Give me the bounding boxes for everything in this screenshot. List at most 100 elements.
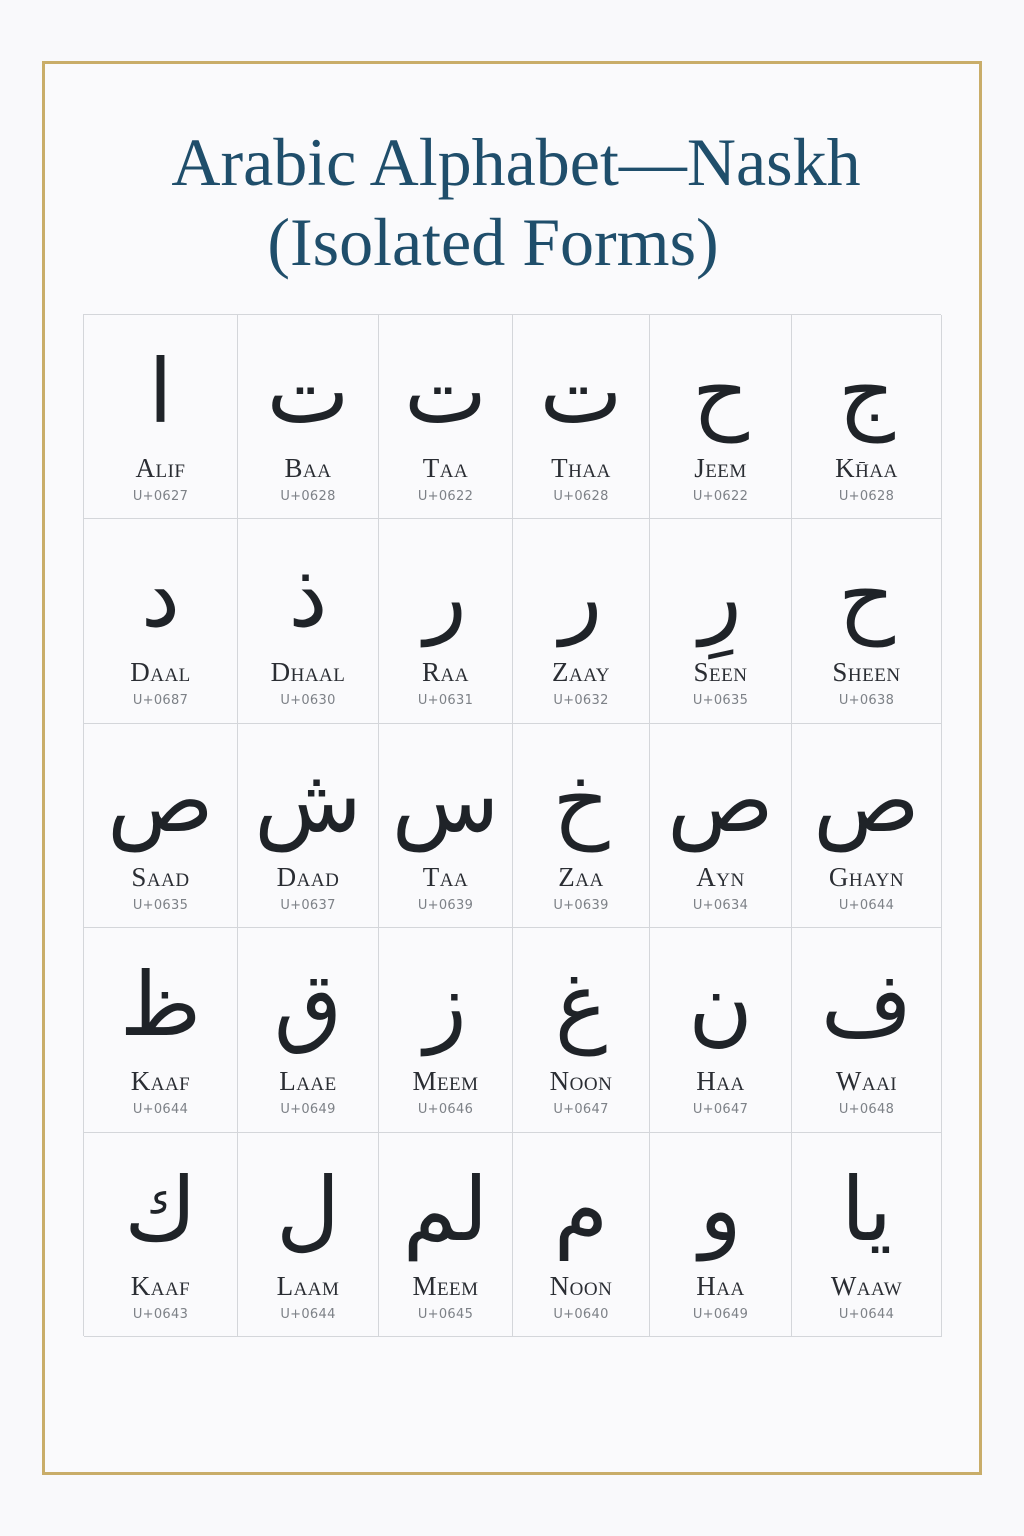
letter-cell: ش Daad U+0637 bbox=[238, 723, 379, 929]
arabic-letter-glyph: ق bbox=[273, 953, 343, 1057]
arabic-letter-glyph: ت bbox=[404, 340, 487, 443]
letter-cell: ر Zaay U+0632 bbox=[513, 519, 650, 724]
letter-name: Baa bbox=[284, 453, 332, 483]
letter-cell: لم Meem U+0645 bbox=[379, 1132, 513, 1337]
unicode-codepoint: U+0638 bbox=[838, 693, 895, 709]
letter-cell: ت Thaa U+0628 bbox=[513, 315, 650, 520]
letter-name: Kh̄aa bbox=[835, 453, 898, 483]
letter-cell: ص Ghayn U+0644 bbox=[792, 723, 942, 929]
arabic-letter-glyph: و bbox=[699, 1157, 742, 1261]
letter-cell: ف Waai U+0648 bbox=[792, 928, 942, 1133]
unicode-codepoint: U+0628 bbox=[553, 489, 609, 504]
letter-cell: ز Meem U+0646 bbox=[379, 928, 513, 1133]
unicode-codepoint: U+0639 bbox=[417, 897, 474, 913]
letter-cell: ك Kaaf U+0643 bbox=[84, 1132, 238, 1337]
letter-cell: و Haa U+0649 bbox=[650, 1132, 792, 1337]
letter-name: Laam bbox=[276, 1270, 340, 1301]
unicode-codepoint: U+0644 bbox=[838, 897, 895, 913]
letter-name: Daal bbox=[130, 657, 191, 688]
unicode-codepoint: U+0644 bbox=[838, 1306, 895, 1322]
unicode-codepoint: U+0640 bbox=[553, 1306, 609, 1322]
arabic-letter-glyph: س bbox=[391, 748, 500, 852]
letter-name: Kaaf bbox=[130, 1270, 191, 1301]
letter-cell: ح Sheen U+0638 bbox=[792, 519, 942, 724]
arabic-letter-glyph: ت bbox=[266, 340, 350, 443]
arabic-letter-glyph: ش bbox=[254, 748, 362, 852]
letter-cell: رِ Seen U+0635 bbox=[650, 519, 792, 724]
letter-name: Meem bbox=[412, 1066, 479, 1097]
unicode-codepoint: U+0637 bbox=[280, 897, 336, 913]
unicode-codepoint: U+0646 bbox=[417, 1102, 474, 1118]
letter-name: Waaw bbox=[830, 1270, 903, 1301]
alphabet-grid: ا Alif U+0627 ت Baa U+0628 ت Taa U+0622 ت Thaa U+06… bbox=[83, 314, 942, 1337]
letter-cell: ق Laae U+0649 bbox=[238, 928, 379, 1133]
unicode-codepoint: U+0644 bbox=[280, 1306, 336, 1322]
letter-name: Noon bbox=[549, 1270, 613, 1301]
arabic-letter-glyph: ل bbox=[276, 1157, 340, 1261]
letter-name: Dhaal bbox=[270, 657, 346, 688]
letter-cell: ص Saad U+0635 bbox=[84, 723, 238, 929]
title-line-2: (Isolated Forms) bbox=[267, 204, 719, 280]
letter-cell: د Daal U+0687 bbox=[84, 519, 238, 724]
letter-name: Jeem bbox=[694, 453, 747, 483]
letter-name: Ghayn bbox=[828, 861, 905, 892]
letter-cell: ص Ayn U+0634 bbox=[650, 723, 792, 929]
unicode-codepoint: U+0627 bbox=[132, 489, 189, 504]
unicode-codepoint: U+0648 bbox=[838, 1102, 895, 1118]
arabic-letter-glyph: خ bbox=[552, 748, 610, 852]
letter-name: Haa bbox=[696, 1270, 745, 1301]
arabic-letter-glyph: ج bbox=[838, 340, 895, 443]
letter-cell: ح Jeem U+0622 bbox=[650, 315, 792, 520]
unicode-codepoint: U+0630 bbox=[280, 693, 336, 709]
arabic-letter-glyph: رِ bbox=[699, 544, 742, 648]
letter-cell: ذ Dhaal U+0630 bbox=[238, 519, 379, 724]
unicode-codepoint: U+0632 bbox=[553, 693, 609, 709]
arabic-letter-glyph: ر bbox=[559, 544, 603, 648]
letter-name: Ayn bbox=[696, 861, 745, 892]
unicode-codepoint: U+0628 bbox=[280, 489, 336, 504]
arabic-letter-glyph: ظ bbox=[119, 953, 202, 1057]
letter-name: Seen bbox=[693, 657, 748, 688]
arabic-letter-glyph: ح bbox=[692, 340, 749, 443]
letter-name: Laae bbox=[279, 1066, 337, 1097]
letter-name: Zaay bbox=[552, 657, 610, 688]
arabic-letter-glyph: ص bbox=[667, 748, 774, 852]
title-line-1: Arabic Alphabet—Naskh bbox=[171, 124, 861, 200]
unicode-codepoint: U+0687 bbox=[132, 693, 189, 709]
unicode-codepoint: U+0643 bbox=[132, 1306, 189, 1322]
unicode-codepoint: U+0631 bbox=[417, 693, 474, 709]
page-title: Arabic Alphabet—Naskh (Isolated Forms) bbox=[40, 122, 984, 282]
arabic-letter-glyph: د bbox=[140, 544, 181, 648]
unicode-codepoint: U+0647 bbox=[692, 1102, 749, 1118]
letter-cell: ل Laam U+0644 bbox=[238, 1132, 379, 1337]
poster-page: Arabic Alphabet—Naskh (Isolated Forms) ا… bbox=[0, 0, 1024, 1536]
letter-cell: ر Raa U+0631 bbox=[379, 519, 513, 724]
unicode-codepoint: U+0635 bbox=[132, 897, 189, 913]
unicode-codepoint: U+0647 bbox=[553, 1102, 609, 1118]
arabic-letter-glyph: ص bbox=[813, 748, 920, 852]
letter-name: Sheen bbox=[832, 657, 901, 688]
letter-cell: س Taa U+0639 bbox=[379, 723, 513, 929]
unicode-codepoint: U+0628 bbox=[838, 489, 895, 504]
arabic-letter-glyph: غ bbox=[554, 953, 608, 1057]
letter-name: Haa bbox=[696, 1066, 745, 1097]
arabic-letter-glyph: ك bbox=[124, 1157, 197, 1261]
letter-name: Taa bbox=[422, 453, 469, 483]
arabic-letter-glyph: ز bbox=[424, 953, 467, 1057]
letter-name: Taa bbox=[422, 861, 469, 892]
arabic-letter-glyph: يا bbox=[840, 1157, 893, 1261]
letter-cell: يا Waaw U+0644 bbox=[792, 1132, 942, 1337]
letter-name: Noon bbox=[549, 1066, 613, 1097]
letter-cell: ج Kh̄aa U+0628 bbox=[792, 315, 942, 520]
arabic-letter-glyph: ذ bbox=[288, 544, 328, 648]
unicode-codepoint: U+0639 bbox=[553, 897, 609, 913]
unicode-codepoint: U+0644 bbox=[132, 1102, 189, 1118]
letter-cell: ت Baa U+0628 bbox=[238, 315, 379, 520]
arabic-letter-glyph: م bbox=[553, 1157, 609, 1261]
letter-name: Waai bbox=[835, 1066, 898, 1097]
arabic-letter-glyph: ا bbox=[148, 340, 173, 443]
letter-name: Saad bbox=[131, 861, 190, 892]
unicode-codepoint: U+0635 bbox=[692, 693, 749, 709]
letter-name: Kaaf bbox=[130, 1066, 191, 1097]
unicode-codepoint: U+0622 bbox=[417, 489, 474, 504]
